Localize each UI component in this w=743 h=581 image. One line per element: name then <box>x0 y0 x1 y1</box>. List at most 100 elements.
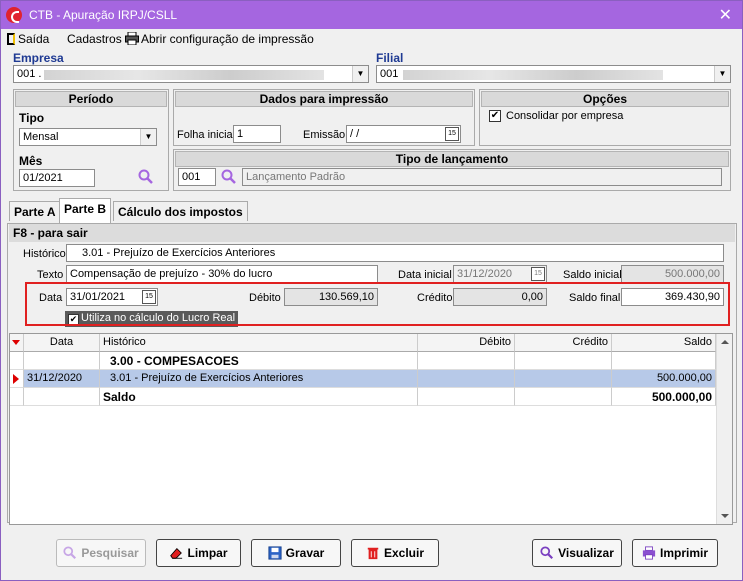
lancamentos-grid: Data Histórico Débito Crédito Saldo 3.00… <box>9 333 733 525</box>
eraser-icon <box>170 547 183 559</box>
saldo-inicial-label: Saldo inicial <box>563 269 622 281</box>
printer-icon <box>125 31 139 46</box>
scroll-down-icon[interactable] <box>721 514 729 518</box>
tab-calculo-impostos[interactable]: Cálculo dos impostos <box>113 201 248 221</box>
texto-label: Texto <box>37 269 64 281</box>
table-cell[interactable]: 3.01 - Prejuízo de Exercícios Anteriores <box>100 370 418 388</box>
menu-cadastros[interactable]: Cadastros <box>67 32 122 46</box>
tipo-value: Mensal <box>23 131 59 143</box>
folha-inicial-label: Folha inicial <box>177 129 236 141</box>
table-cell[interactable] <box>515 352 612 370</box>
menu-exit[interactable]: Saída <box>7 32 49 46</box>
periodo-header: Período <box>15 91 167 107</box>
excluir-button[interactable]: Excluir <box>351 539 439 567</box>
consolidar-checkbox[interactable]: ✔ <box>489 110 501 122</box>
table-cell[interactable] <box>418 370 515 388</box>
f8-hint: F8 - para sair <box>9 224 735 242</box>
mes-label: Mês <box>19 154 43 168</box>
sort-down-icon[interactable] <box>12 340 20 345</box>
redacted-text <box>44 70 324 80</box>
empresa-label: Empresa <box>13 51 64 65</box>
imprimir-button[interactable]: Imprimir <box>632 539 718 567</box>
emissao-value: / / <box>350 128 360 140</box>
chevron-down-icon[interactable]: ▼ <box>352 66 368 82</box>
empresa-select[interactable]: 001 . ▼ <box>13 65 369 83</box>
grid-indicator-header <box>10 334 24 352</box>
col-header-saldo[interactable]: Saldo <box>612 334 716 352</box>
folha-inicial-input[interactable]: 1 <box>233 125 281 143</box>
col-header-debito[interactable]: Débito <box>418 334 515 352</box>
texto-input[interactable]: Compensação de prejuízo - 30% do lucro <box>66 265 378 283</box>
table-cell[interactable]: 3.00 - COMPESACOES <box>100 352 418 370</box>
pesquisar-button[interactable]: Pesquisar <box>56 539 146 567</box>
pesquisar-label: Pesquisar <box>81 546 139 560</box>
table-cell[interactable] <box>418 388 515 406</box>
menu-print-config-label: Abrir configuração de impressão <box>141 32 314 46</box>
tab-parte-a[interactable]: Parte A <box>9 201 61 221</box>
opcoes-header: Opções <box>481 91 729 107</box>
col-header-historico[interactable]: Histórico <box>100 334 418 352</box>
vertical-scrollbar[interactable] <box>716 334 732 524</box>
tipo-lancamento-description: Lançamento Padrão <box>242 168 722 186</box>
tipo-lancamento-code[interactable]: 001 <box>178 168 216 186</box>
app-logo-icon <box>6 7 22 23</box>
mes-input[interactable]: 01/2021 <box>19 169 95 187</box>
data-inicial-input: 31/12/2020 15 <box>453 265 547 283</box>
historico-input[interactable]: 3.01 - Prejuízo de Exercícios Anteriores <box>66 244 724 262</box>
historico-value: 3.01 - Prejuízo de Exercícios Anteriores <box>82 247 276 259</box>
col-header-credito[interactable]: Crédito <box>515 334 612 352</box>
search-icon[interactable] <box>221 169 237 185</box>
gravar-label: Gravar <box>285 546 325 560</box>
chevron-down-icon[interactable]: ▼ <box>714 66 730 82</box>
table-cell[interactable] <box>515 370 612 388</box>
filial-value: 001 <box>380 68 399 80</box>
limpar-label: Limpar <box>187 546 228 560</box>
menu-print-config[interactable]: Abrir configuração de impressão <box>125 31 314 46</box>
trash-icon <box>367 547 379 560</box>
row-indicator <box>10 370 24 388</box>
row-indicator <box>10 352 24 370</box>
table-cell[interactable]: 31/12/2020 <box>24 370 100 388</box>
table-cell[interactable] <box>515 388 612 406</box>
col-header-data[interactable]: Data <box>24 334 100 352</box>
tipo-select[interactable]: Mensal ▼ <box>19 128 157 146</box>
limpar-button[interactable]: Limpar <box>156 539 241 567</box>
row-pointer-icon <box>13 374 19 384</box>
window-title: CTB - Apuração IRPJ/CSLL <box>29 8 178 22</box>
search-icon[interactable] <box>138 169 154 185</box>
table-cell[interactable]: 500.000,00 <box>612 388 716 406</box>
consolidar-label: Consolidar por empresa <box>506 110 624 122</box>
table-cell[interactable] <box>418 352 515 370</box>
excluir-label: Excluir <box>383 546 425 560</box>
scroll-up-icon[interactable] <box>721 340 729 344</box>
empresa-value: 001 . <box>17 68 42 80</box>
tipo-lancamento-header: Tipo de lançamento <box>175 151 729 167</box>
gravar-button[interactable]: Gravar <box>251 539 341 567</box>
visualizar-button[interactable]: Visualizar <box>532 539 622 567</box>
calendar-icon[interactable]: 15 <box>445 127 459 141</box>
calendar-icon[interactable]: 15 <box>531 267 545 281</box>
chevron-down-icon[interactable]: ▼ <box>140 129 156 145</box>
data-inicial-label: Data inicial <box>398 269 452 281</box>
highlight-box <box>25 282 730 326</box>
redacted-text <box>403 70 663 80</box>
menu-exit-label: Saída <box>18 32 50 46</box>
table-cell[interactable] <box>612 352 716 370</box>
table-cell[interactable]: Saldo <box>100 388 418 406</box>
search-icon <box>540 546 554 560</box>
emissao-label: Emissão <box>303 129 346 141</box>
emissao-input[interactable]: / / 15 <box>346 125 461 143</box>
tab-parte-b[interactable]: Parte B <box>59 198 112 223</box>
filial-select[interactable]: 001 ▼ <box>376 65 731 83</box>
table-cell[interactable] <box>24 388 100 406</box>
search-icon <box>63 546 77 560</box>
dados-impressao-header: Dados para impressão <box>175 91 473 107</box>
exit-icon <box>7 33 15 45</box>
save-icon <box>268 546 282 560</box>
table-cell[interactable]: 500.000,00 <box>612 370 716 388</box>
close-icon[interactable]: ✕ <box>719 5 732 25</box>
row-indicator <box>10 388 24 406</box>
table-cell[interactable] <box>24 352 100 370</box>
visualizar-label: Visualizar <box>558 546 614 560</box>
filial-label: Filial <box>376 51 404 65</box>
